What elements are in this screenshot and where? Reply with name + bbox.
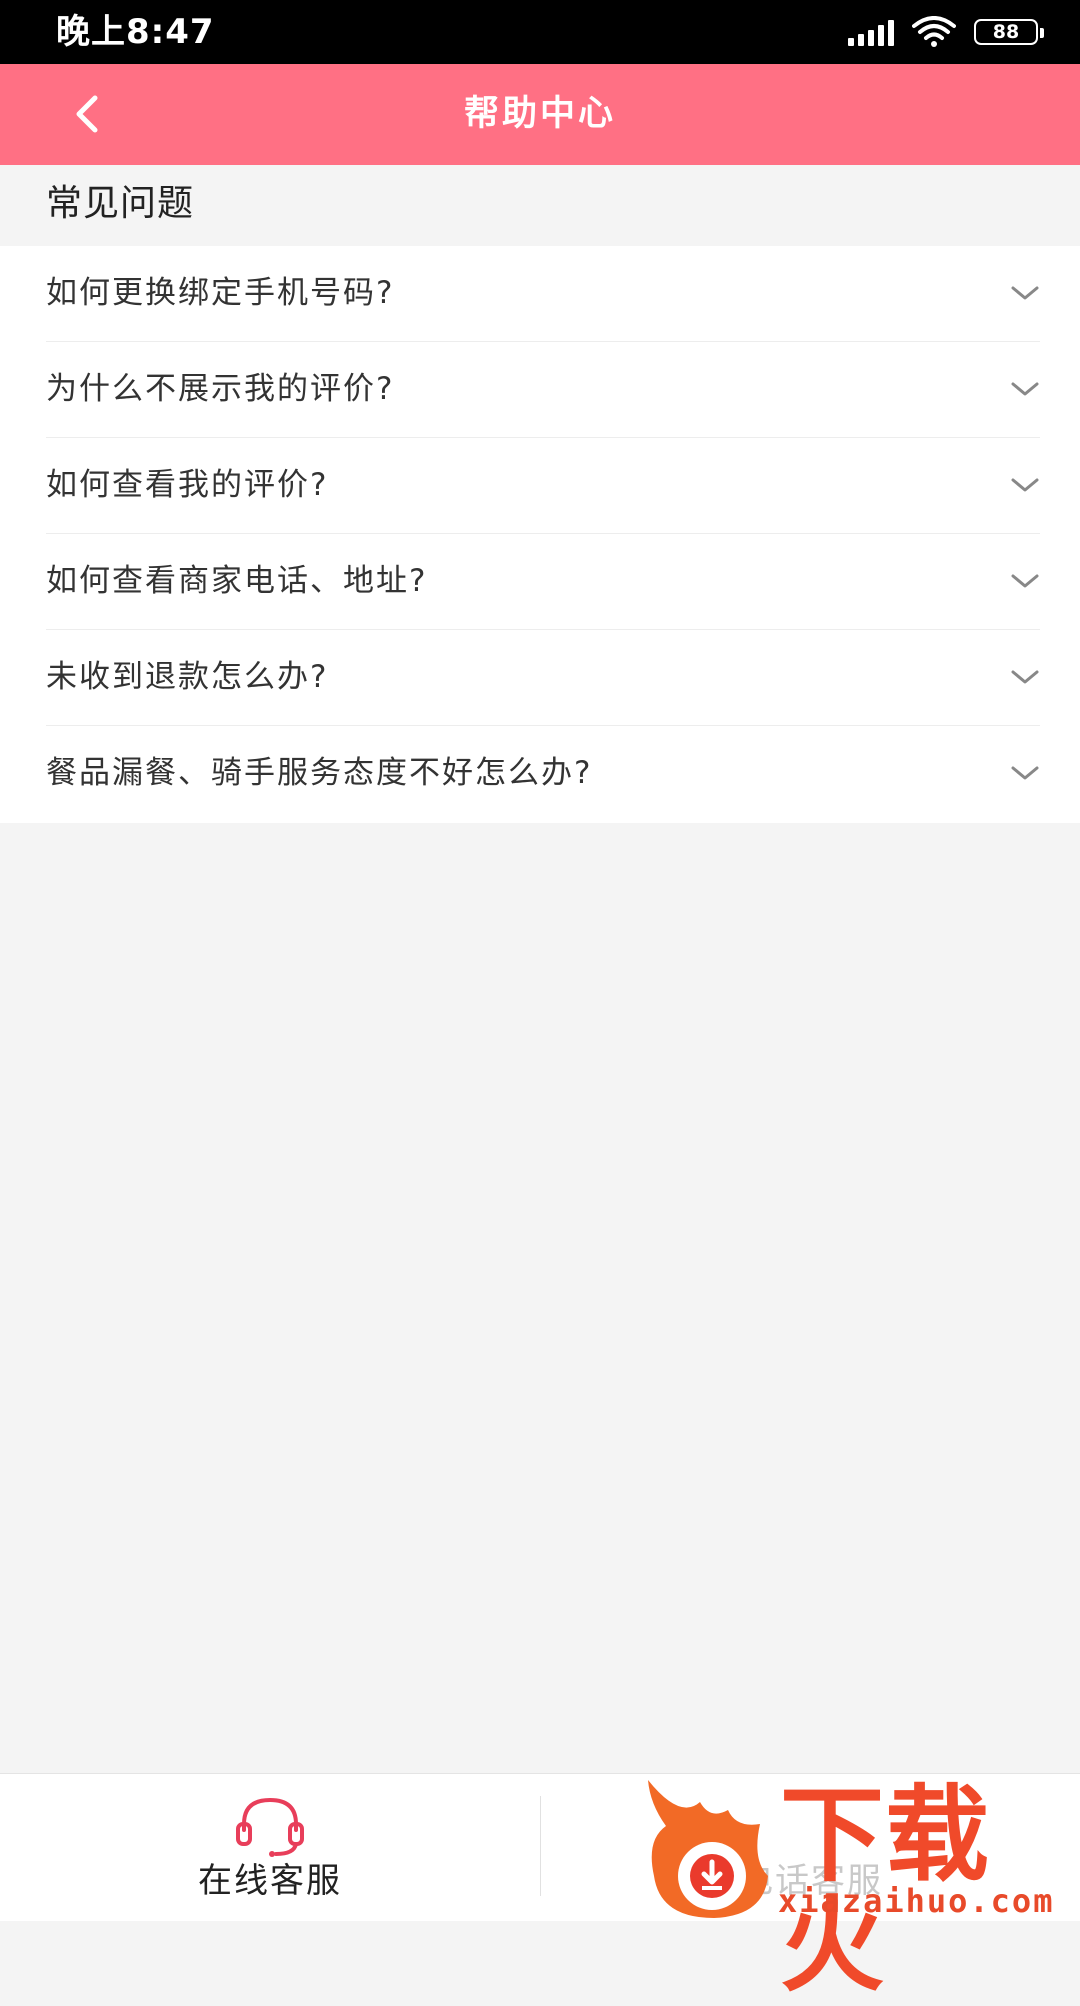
- faq-item[interactable]: 未收到退款怎么办?: [46, 630, 1040, 726]
- page-title: 帮助中心: [463, 94, 616, 134]
- chevron-down-icon: [1011, 478, 1039, 492]
- faq-question: 为什么不展示我的评价?: [46, 371, 395, 407]
- faq-item[interactable]: 餐品漏餐、骑手服务态度不好怎么办?: [46, 726, 1040, 823]
- faq-question: 如何更换绑定手机号码?: [46, 275, 395, 311]
- section-title: 常见问题: [46, 183, 195, 224]
- battery-level: 88: [992, 21, 1020, 43]
- faq-list: 如何更换绑定手机号码? 为什么不展示我的评价? 如何查看我的评价? 如何查看商家…: [0, 246, 1080, 823]
- online-service-button[interactable]: 在线客服: [0, 1774, 540, 1921]
- online-service-label: 在线客服: [198, 1861, 342, 1901]
- signal-icon: [848, 18, 894, 46]
- status-bar: 晚上8:47 88: [0, 0, 1080, 64]
- wifi-icon: [912, 16, 956, 47]
- faq-question: 如何查看商家电话、地址?: [46, 563, 428, 599]
- bottom-bar: 在线客服 电话客服: [0, 1773, 1080, 1921]
- chevron-down-icon: [1011, 382, 1039, 396]
- phone-service-label: 电话客服: [739, 1861, 883, 1901]
- faq-question: 餐品漏餐、骑手服务态度不好怎么办?: [46, 755, 593, 791]
- chevron-down-icon: [1011, 286, 1039, 300]
- header: 帮助中心: [0, 64, 1080, 165]
- chevron-down-icon: [1011, 670, 1039, 684]
- faq-item[interactable]: 如何更换绑定手机号码?: [46, 246, 1040, 342]
- headset-icon: [236, 1797, 304, 1857]
- faq-question: 未收到退款怎么办?: [46, 659, 329, 695]
- status-time: 晚上8:47: [56, 12, 215, 52]
- chevron-down-icon: [1011, 766, 1039, 780]
- faq-item[interactable]: 如何查看商家电话、地址?: [46, 534, 1040, 630]
- battery-icon: 88: [974, 19, 1044, 45]
- phone-service-button[interactable]: 电话客服: [541, 1774, 1080, 1921]
- faq-item[interactable]: 如何查看我的评价?: [46, 438, 1040, 534]
- faq-item[interactable]: 为什么不展示我的评价?: [46, 342, 1040, 438]
- chevron-down-icon: [1011, 574, 1039, 588]
- faq-question: 如何查看我的评价?: [46, 467, 329, 503]
- status-icons: 88: [848, 16, 1044, 48]
